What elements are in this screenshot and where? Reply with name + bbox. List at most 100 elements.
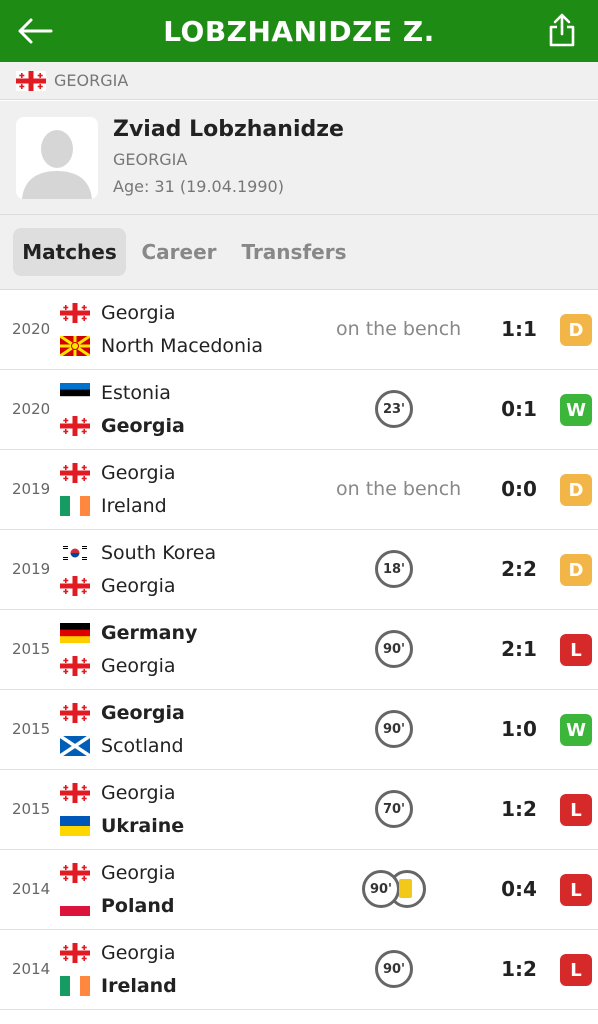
georgia-flag-icon: [60, 416, 90, 436]
back-button[interactable]: [14, 10, 56, 52]
match-year: 2015: [12, 720, 51, 738]
away-team: Georgia: [60, 573, 176, 599]
poland-flag-icon: [60, 896, 90, 916]
top-bar: LOBZHANIDZE Z.: [0, 0, 598, 62]
match-score: 1:0: [501, 717, 537, 741]
home-team: Georgia: [60, 460, 176, 486]
ireland-flag-icon: [60, 976, 90, 996]
home-team-name: Georgia: [101, 942, 176, 964]
home-team: Georgia: [60, 940, 176, 966]
ukraine-flag-icon: [60, 816, 90, 836]
home-team: Georgia: [60, 700, 185, 726]
match-score: 1:2: [501, 957, 537, 981]
georgia-flag-icon: [60, 863, 90, 883]
country-breadcrumb[interactable]: GEORGIA: [0, 62, 598, 100]
match-year: 2015: [12, 800, 51, 818]
result-badge: D: [560, 314, 592, 346]
georgia-flag-icon: [60, 783, 90, 803]
minutes-played: 90': [375, 950, 413, 988]
home-team: South Korea: [60, 540, 216, 566]
result-badge: D: [560, 474, 592, 506]
match-row[interactable]: 2015 Germany Georgia 90' 2:1 L: [0, 610, 598, 690]
away-team-name: Ireland: [101, 495, 167, 517]
home-team-name: Georgia: [101, 862, 176, 884]
home-team-name: Georgia: [101, 702, 185, 724]
country-label: GEORGIA: [54, 71, 129, 90]
match-year: 2020: [12, 320, 51, 338]
away-team-name: Ukraine: [101, 815, 185, 837]
match-score: 1:2: [501, 797, 537, 821]
match-row[interactable]: 2014 Georgia Poland 90' 0:4 L: [0, 850, 598, 930]
match-score: 0:0: [501, 477, 537, 501]
match-score: 1:1: [501, 317, 537, 341]
list-continuation: [0, 1010, 598, 1024]
result-badge: L: [560, 634, 592, 666]
away-team-name: Georgia: [101, 575, 176, 597]
match-year: 2019: [12, 560, 51, 578]
result-badge: D: [560, 554, 592, 586]
yellow-card-icon: [399, 879, 412, 898]
match-score: 0:1: [501, 397, 537, 421]
georgia-flag-icon: [60, 576, 90, 596]
player-name: Zviad Lobzhanidze: [113, 117, 344, 142]
minutes-played: 23': [375, 390, 413, 428]
result-badge: L: [560, 794, 592, 826]
away-team: Georgia: [60, 413, 185, 439]
away-team: Ireland: [60, 493, 167, 519]
home-team-name: Georgia: [101, 782, 176, 804]
estonia-flag-icon: [60, 383, 90, 403]
tab-matches[interactable]: Matches: [13, 228, 126, 276]
result-badge: W: [560, 394, 592, 426]
home-team: Georgia: [60, 300, 176, 326]
match-row[interactable]: 2019 South Korea Georgia 18' 2:2 D: [0, 530, 598, 610]
match-status: on the bench: [336, 318, 462, 340]
minutes-played: 90': [362, 870, 400, 908]
away-team: Ukraine: [60, 813, 184, 839]
match-score: 0:4: [501, 877, 537, 901]
georgia-flag-icon: [16, 70, 46, 91]
result-badge: W: [560, 714, 592, 746]
away-team-name: Ireland: [101, 975, 177, 997]
share-icon: [549, 13, 575, 47]
tab-career[interactable]: Career: [134, 228, 224, 276]
south-korea-flag-icon: [60, 543, 90, 563]
match-score: 2:1: [501, 637, 537, 661]
away-team-name: North Macedonia: [101, 335, 264, 357]
match-row[interactable]: 2015 Georgia Ukraine 70' 1:2 L: [0, 770, 598, 850]
match-year: 2015: [12, 640, 51, 658]
home-team-name: Germany: [101, 622, 198, 644]
share-button[interactable]: [542, 8, 582, 52]
away-team: Poland: [60, 893, 174, 919]
player-country: GEORGIA: [113, 150, 188, 169]
away-team-name: Scotland: [101, 735, 184, 757]
avatar: [16, 117, 98, 199]
germany-flag-icon: [60, 623, 90, 643]
north-macedonia-flag-icon: [59, 334, 91, 358]
home-team: Germany: [60, 620, 197, 646]
match-row[interactable]: 2015 Georgia Scotland 90' 1:0 W: [0, 690, 598, 770]
match-row[interactable]: 2014 Georgia Ireland 90' 1:2 L: [0, 930, 598, 1010]
away-team: Scotland: [59, 733, 184, 759]
georgia-flag-icon: [60, 303, 90, 323]
away-team-name: Georgia: [101, 415, 185, 437]
home-team-name: South Korea: [101, 542, 217, 564]
home-team-name: Estonia: [101, 382, 171, 404]
minutes-played: 90': [375, 630, 413, 668]
match-year: 2019: [12, 480, 51, 498]
georgia-flag-icon: [60, 656, 90, 676]
player-age: Age: 31 (19.04.1990): [113, 177, 284, 196]
match-status: on the bench: [336, 478, 462, 500]
match-year: 2014: [12, 960, 51, 978]
away-team-name: Georgia: [101, 655, 176, 677]
home-team: Estonia: [60, 380, 171, 406]
page-title: LOBZHANIDZE Z.: [163, 14, 435, 48]
tab-transfers[interactable]: Transfers: [234, 228, 354, 276]
match-row[interactable]: 2020 Estonia Georgia 23' 0:1 W: [0, 370, 598, 450]
match-row[interactable]: 2020 Georgia North Macedonia on the benc…: [0, 290, 598, 370]
georgia-flag-icon: [60, 943, 90, 963]
result-badge: L: [560, 954, 592, 986]
match-row[interactable]: 2019 Georgia Ireland on the bench 0:0 D: [0, 450, 598, 530]
home-team-name: Georgia: [101, 302, 176, 324]
match-year: 2020: [12, 400, 51, 418]
match-year: 2014: [12, 880, 51, 898]
